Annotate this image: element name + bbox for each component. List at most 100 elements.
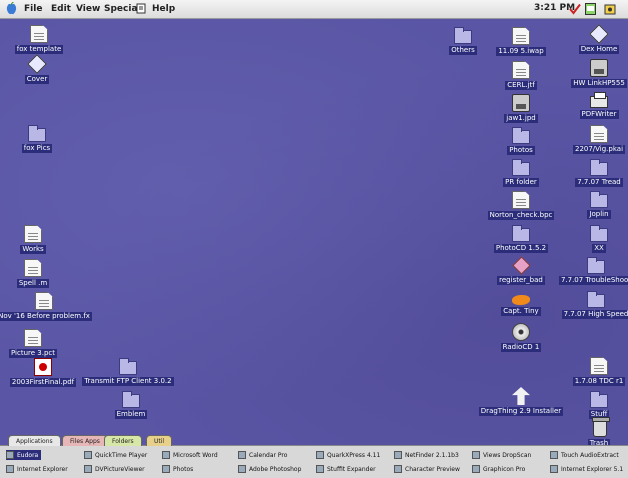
tab-util[interactable]: Util	[146, 435, 173, 446]
folder-icon	[512, 159, 530, 176]
launcher-item-eudora[interactable]: Eudora	[6, 450, 42, 460]
launcher-item-internet-explorer[interactable]: Internet Explorer	[6, 464, 68, 474]
desktop-icon-troubleshoot[interactable]: 7.7.07 TroubleShoot	[556, 257, 628, 285]
gem-icon	[511, 256, 531, 275]
launcher-item-photoshop[interactable]: Adobe Photoshop	[238, 464, 301, 474]
desktop-icon-capt-tiny[interactable]: Capt. Tiny	[486, 290, 556, 316]
launcher-item-label: QuickTime Player	[95, 451, 148, 459]
folder-icon	[454, 27, 472, 44]
desktop-icon-works[interactable]: Works	[0, 225, 68, 254]
desktop-icon-fox-pics[interactable]: fox Pics	[2, 125, 72, 153]
menu-edit[interactable]: Edit	[51, 3, 71, 15]
launcher-item-calendar[interactable]: Calendar Pro	[238, 450, 287, 460]
desktop-icon-xx[interactable]: XX	[564, 225, 628, 253]
desktop-icon-pdfwriter[interactable]: PDFWriter	[564, 92, 628, 119]
folder-icon	[512, 225, 530, 242]
folder-icon	[119, 358, 137, 375]
icon-label: Spell .m	[16, 279, 50, 288]
menu-view[interactable]: View	[76, 3, 100, 15]
eudora-icon	[6, 451, 14, 459]
desktop-icon-spell[interactable]: Spell .m	[0, 259, 68, 288]
launcher-item-word[interactable]: Microsoft Word	[162, 450, 218, 460]
document-icon	[512, 191, 530, 209]
script-icon	[136, 3, 146, 14]
fish-icon	[512, 295, 530, 305]
launcher-item-internet-explorer-5[interactable]: Internet Explorer 5.1	[550, 464, 623, 474]
icon-label: Picture 3.pct	[8, 349, 57, 358]
installer-icon	[512, 387, 530, 405]
launcher-item-label: Character Preview	[405, 465, 460, 473]
application-menu-icon[interactable]	[604, 3, 616, 15]
quark-icon	[316, 451, 324, 459]
launcher-item-character-preview[interactable]: Character Preview	[394, 464, 460, 474]
menu-file[interactable]: File	[24, 3, 42, 15]
desktop-icon-trash[interactable]: Trash	[564, 417, 628, 448]
launcher-item-stuffit[interactable]: Stuffit Expander	[316, 464, 376, 474]
desktop: fox template Cover fox Pics Works Spell …	[0, 19, 628, 448]
tab-applications[interactable]: Applications	[8, 435, 61, 446]
desktop-icon-norton-check[interactable]: Norton_check.bpc	[486, 191, 556, 220]
launcher-item-label: Views DropScan	[483, 451, 532, 459]
desktop-icon-joplin[interactable]: Joplin	[564, 191, 628, 219]
icon-label: Works	[20, 245, 46, 254]
desktop-icon-photocd[interactable]: PhotoCD 1.5.2	[486, 225, 556, 253]
character-preview-icon	[394, 465, 402, 473]
icon-label: HW LinkHP555	[571, 79, 627, 88]
desktop-icon-pr-folder[interactable]: PR folder	[486, 159, 556, 187]
desktop-icon-tread[interactable]: 7.7.07 Tread	[564, 159, 628, 187]
desktop-icon-cerl[interactable]: CERL.jtf	[486, 61, 556, 90]
graphicon-icon	[472, 465, 480, 473]
icon-label: PR folder	[503, 178, 539, 187]
launcher-item-quarkxpress[interactable]: QuarkXPress 4.11	[316, 450, 380, 460]
launcher-item-quicktime[interactable]: QuickTime Player	[84, 450, 147, 460]
touch-icon	[550, 451, 558, 459]
desktop-icon-11-09-iwap[interactable]: 11.09 5.iwap	[486, 27, 556, 56]
launcher-item-dvpictureviewer[interactable]: DVPictureViewer	[84, 464, 145, 474]
launcher-item-netfinder[interactable]: NetFinder 2.1.1b3	[394, 450, 459, 460]
folder-icon	[590, 191, 608, 208]
launcher-item-label: Touch AudioExtract	[561, 451, 619, 459]
pdf-icon	[34, 358, 52, 376]
launcher-item-label: Microsoft Word	[173, 451, 218, 459]
desktop-icon-picture-3[interactable]: Picture 3.pct	[0, 329, 68, 358]
desktop-icon-2207-vig[interactable]: 2207/Vig.pkai	[564, 125, 628, 154]
icon-label: 2003FirstFinal.pdf	[9, 378, 77, 387]
tab-files-apps[interactable]: Files Apps	[62, 435, 108, 446]
desktop-icon-transmit-ftp[interactable]: Transmit FTP Client 3.0.2	[82, 358, 174, 386]
launcher-item-photos[interactable]: Photos	[162, 464, 193, 474]
tab-folders[interactable]: Folders	[104, 435, 142, 446]
desktop-icon-register-bad[interactable]: register_bad	[486, 256, 556, 285]
picture-viewer-icon	[84, 465, 92, 473]
desktop-icon-photos[interactable]: Photos	[486, 127, 556, 155]
desktop-icon-cover[interactable]: Cover	[2, 54, 72, 84]
app-switcher-icon[interactable]	[136, 3, 146, 18]
launcher-item-label: Adobe Photoshop	[249, 465, 302, 473]
desktop-icon-stuff[interactable]: Stuff	[564, 391, 628, 419]
menu-help[interactable]: Help	[152, 3, 175, 15]
desktop-icon-emblem[interactable]: Emblem	[96, 391, 166, 419]
icon-label: XX	[592, 244, 606, 253]
desktop-icon-radiocd[interactable]: RadioCD 1	[486, 323, 556, 352]
desktop-icon-nov-16[interactable]: Nov '16 Before problem.fx	[0, 292, 92, 321]
desktop-icon-jaw1[interactable]: jaw1.jpd	[486, 94, 556, 123]
icon-label: PDFWriter	[579, 110, 619, 119]
finder-app-icon[interactable]	[585, 3, 596, 15]
desktop-icon-dex-home[interactable]: Dex Home	[564, 24, 628, 54]
launcher-item-label: Graphicon Pro	[483, 465, 526, 473]
icon-label: Cover	[24, 75, 50, 84]
launcher-item-label: Calendar Pro	[249, 451, 288, 459]
desktop-icon-high-speed[interactable]: 7.7.07 High Speed	[556, 291, 628, 319]
checkmark-icon[interactable]	[569, 3, 581, 15]
apple-menu-icon[interactable]	[6, 2, 17, 15]
desktop-icon-hw-link[interactable]: HW LinkHP555	[564, 59, 628, 88]
launcher-item-graphicon[interactable]: Graphicon Pro	[472, 464, 525, 474]
desktop-icon-fox-template[interactable]: fox template	[4, 25, 74, 54]
desktop-icon-dragthing-installer[interactable]: DragThing 2.9 Installer	[478, 387, 564, 416]
launcher-item-views[interactable]: Views DropScan	[472, 450, 531, 460]
desktop-icon-2003firstfinal-pdf[interactable]: 2003FirstFinal.pdf	[8, 358, 78, 387]
launcher-item-touch[interactable]: Touch AudioExtract	[550, 450, 619, 460]
desktop-icon-tdc[interactable]: 1.7.08 TDC r1	[564, 357, 628, 386]
folder-icon	[512, 127, 530, 144]
internet-explorer-icon	[6, 465, 14, 473]
folder-icon	[590, 225, 608, 242]
